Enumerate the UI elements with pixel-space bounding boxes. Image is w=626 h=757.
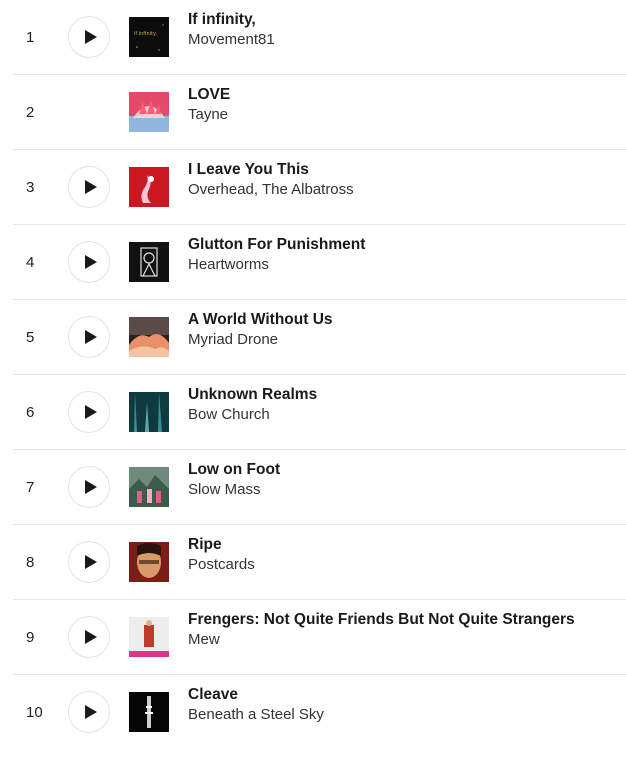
track-artist[interactable]: Heartworms <box>188 256 269 273</box>
track-row: 4 Glutton For Punishment Heartworms <box>0 225 626 300</box>
play-icon <box>85 480 97 494</box>
play-button[interactable] <box>68 691 110 733</box>
track-title[interactable]: I Leave You This <box>188 161 309 179</box>
album-art[interactable]: if infinity, <box>129 17 169 57</box>
track-row: 8 Ripe Postcards <box>0 525 626 600</box>
play-button[interactable] <box>68 316 110 358</box>
track-title[interactable]: Frengers: Not Quite Friends But Not Quit… <box>188 611 575 629</box>
track-title[interactable]: A World Without Us <box>188 311 333 329</box>
play-button[interactable] <box>68 541 110 583</box>
track-list: 1 if infinity, If infinity, Movement81 2 LOVE… <box>0 0 626 750</box>
play-button[interactable] <box>68 391 110 433</box>
track-title[interactable]: Cleave <box>188 686 238 704</box>
track-title[interactable]: If infinity, <box>188 11 256 29</box>
play-button[interactable] <box>68 166 110 208</box>
track-artist[interactable]: Postcards <box>188 556 255 573</box>
track-rank: 1 <box>26 29 35 46</box>
track-artist[interactable]: Mew <box>188 631 220 648</box>
play-button[interactable] <box>68 466 110 508</box>
play-icon <box>85 405 97 419</box>
track-artist[interactable]: Slow Mass <box>188 481 261 498</box>
play-icon <box>85 630 97 644</box>
track-row: 3 I Leave You This Overhead, The Albatross <box>0 150 626 225</box>
track-title[interactable]: Unknown Realms <box>188 386 317 404</box>
track-rank: 9 <box>26 629 35 646</box>
track-title[interactable]: Ripe <box>188 536 222 554</box>
track-title[interactable]: LOVE <box>188 86 230 104</box>
track-artist[interactable]: Beneath a Steel Sky <box>188 706 324 723</box>
track-rank: 7 <box>26 479 35 496</box>
track-artist[interactable]: Tayne <box>188 106 228 123</box>
track-row: 5 A World Without Us Myriad Drone <box>0 300 626 375</box>
track-row: 9 Frengers: Not Quite Friends But Not Qui… <box>0 600 626 675</box>
track-rank: 8 <box>26 554 35 571</box>
track-rank: 3 <box>26 179 35 196</box>
play-icon <box>85 30 97 44</box>
play-icon <box>85 330 97 344</box>
album-art[interactable] <box>129 542 169 582</box>
play-button[interactable] <box>68 16 110 58</box>
album-art[interactable] <box>129 242 169 282</box>
play-icon <box>85 705 97 719</box>
play-icon <box>85 255 97 269</box>
album-art[interactable] <box>129 692 169 732</box>
track-artist[interactable]: Myriad Drone <box>188 331 278 348</box>
track-row: 10 Cleave Beneath a Steel Sky <box>0 675 626 750</box>
track-artist[interactable]: Movement81 <box>188 31 275 48</box>
track-title[interactable]: Glutton For Punishment <box>188 236 365 254</box>
album-art[interactable] <box>129 392 169 432</box>
track-artist[interactable]: Overhead, The Albatross <box>188 181 354 198</box>
album-art[interactable] <box>129 317 169 357</box>
album-art[interactable] <box>129 617 169 657</box>
play-button[interactable] <box>68 616 110 658</box>
track-rank: 10 <box>26 704 43 721</box>
track-row: 1 if infinity, If infinity, Movement81 <box>0 0 626 75</box>
track-rank: 6 <box>26 404 35 421</box>
track-title[interactable]: Low on Foot <box>188 461 280 479</box>
album-art[interactable] <box>129 467 169 507</box>
track-rank: 4 <box>26 254 35 271</box>
play-icon <box>85 555 97 569</box>
track-row: 2 LOVE Tayne <box>0 75 626 150</box>
album-art[interactable] <box>129 167 169 207</box>
album-art[interactable] <box>129 92 169 132</box>
play-icon <box>85 180 97 194</box>
track-artist[interactable]: Bow Church <box>188 406 270 423</box>
track-row: 6 Unknown Realms Bow Church <box>0 375 626 450</box>
track-row: 7 Low on Foot Slow Mass <box>0 450 626 525</box>
album-art-caption: if infinity, <box>134 31 158 37</box>
track-rank: 5 <box>26 329 35 346</box>
track-rank: 2 <box>26 104 35 121</box>
play-button[interactable] <box>68 241 110 283</box>
